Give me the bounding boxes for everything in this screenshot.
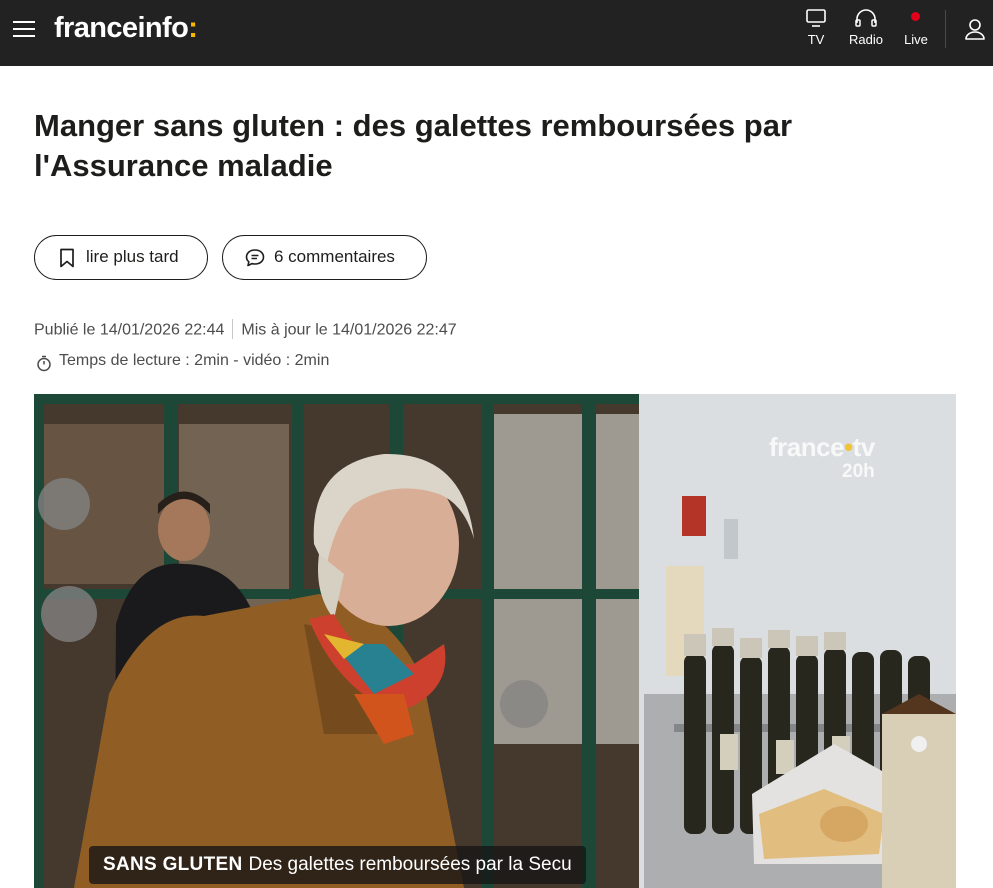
comments-label: 6 commentaires [274,247,395,266]
nav-tv[interactable]: TV [791,8,841,58]
read-later-label: lire plus tard [86,247,179,266]
video-player[interactable]: france•tv 20h SANS GLUTEN Des galettes re… [34,394,956,888]
headphones-icon [855,9,877,27]
nav-radio[interactable]: Radio [841,8,891,58]
menu-icon[interactable] [13,20,35,38]
nav-live[interactable]: Live [891,8,941,58]
date-divider [232,319,234,339]
live-dot-icon [911,12,920,21]
user-icon [965,19,985,40]
read-later-button[interactable]: lire plus tard [34,235,208,280]
tv-icon [806,9,826,27]
watermark-brand: france [769,432,845,462]
video-caption-banner: SANS GLUTEN Des galettes remboursées par … [89,846,586,884]
publication-dates: Publié le 14/01/2026 22:44 Mis à jour le … [34,319,457,341]
nav-radio-label: Radio [849,32,883,47]
channel-watermark: france•tv 20h [769,432,875,483]
nav-live-label: Live [904,32,928,47]
top-navigation-bar: franceinfo: TV Radio Live [0,0,993,66]
article-title: Manger sans gluten : des galettes rembou… [34,108,793,183]
comment-bubble-icon [245,249,265,267]
franceinfo-logo[interactable]: franceinfo: [54,12,198,45]
bookmark-icon [60,248,74,268]
reading-time-label: Temps de lecture : 2min - vidéo : 2min [59,352,330,369]
watermark-suffix: tv [852,432,876,462]
header-divider [945,10,946,48]
watermark-program: 20h [842,461,875,482]
account-button[interactable] [962,16,988,42]
caption-keyword: SANS GLUTEN [103,854,243,875]
watermark-dot: • [844,432,853,462]
logo-colon: : [188,12,198,44]
stopwatch-icon [37,355,51,372]
logo-text: franceinfo [54,12,189,44]
comments-button[interactable]: 6 commentaires [222,235,427,280]
updated-date: Mis à jour le 14/01/2026 22:47 [241,321,457,339]
nav-tv-label: TV [807,32,825,47]
caption-text: Des galettes remboursées par la Secu [248,854,572,875]
published-date: Publié le 14/01/2026 22:44 [34,321,225,339]
